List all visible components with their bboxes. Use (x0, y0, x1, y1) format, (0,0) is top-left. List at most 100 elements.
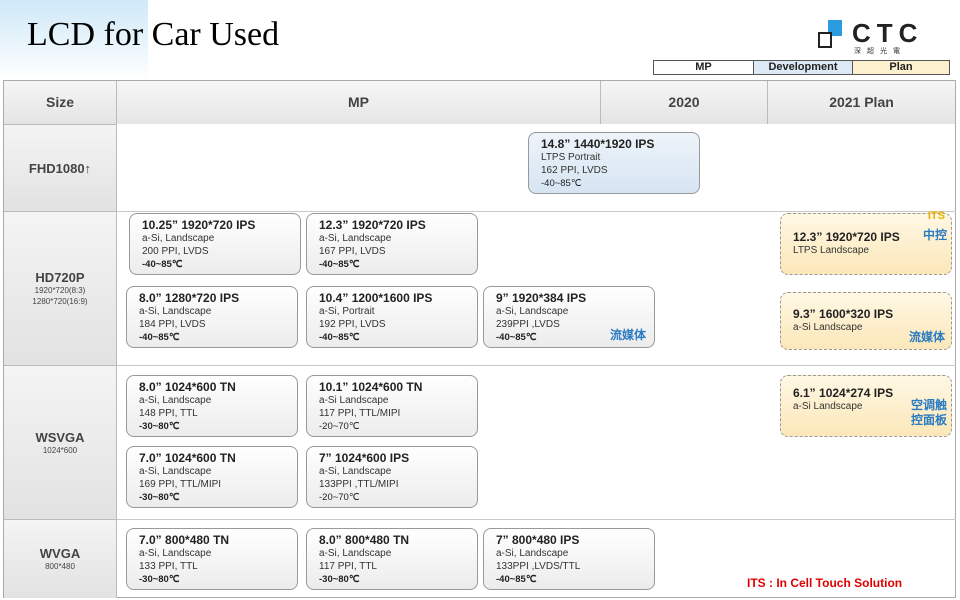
card-detail: 117 PPI, TTL/MIPI (319, 408, 401, 419)
row-label-fhd1080: FHD1080↑ (4, 124, 117, 211)
card-title: 10.25” 1920*720 IPS (142, 218, 256, 232)
card-detail: a-Si, Landscape (139, 548, 212, 559)
product-card: 10.4” 1200*1600 IPS a-Si, Portrait 192 P… (306, 286, 478, 348)
card-detail: a-Si, Landscape (319, 548, 392, 559)
card-detail: 192 PPI, LVDS (319, 319, 386, 330)
card-detail: 167 PPI, LVDS (319, 246, 386, 257)
row-label-wsvga: WSVGA 1024*600 (4, 365, 117, 519)
company-logo: CTC 深超光電 (818, 18, 938, 58)
card-detail: 117 PPI, TTL (319, 561, 377, 572)
card-detail: a-Si, Landscape (139, 306, 212, 317)
ac-touch-panel-tag: 空调触 控面板 (911, 398, 947, 428)
card-title: 9” 1920*384 IPS (496, 291, 587, 305)
logo-subtext: 深超光電 (854, 48, 906, 55)
card-detail: 169 PPI, TTL/MIPI (139, 479, 222, 490)
card-temp: -20~70℃ (319, 492, 360, 503)
card-detail: a-Si, Landscape (139, 466, 212, 477)
row-label-main: FHD1080↑ (28, 160, 92, 176)
row-label-wvga: WVGA 800*480 (4, 519, 117, 598)
row-label-sub: 1024*600 (42, 445, 78, 455)
product-card: 7” 800*480 IPS a-Si, Landscape 133PPI ,L… (483, 528, 655, 590)
logo-text: CTC (852, 18, 924, 48)
product-card: 9” 1920*384 IPS a-Si, Landscape 239PPI ,… (483, 286, 655, 348)
header-2020: 2020 (601, 81, 768, 124)
ac-touch-panel-tag-line1: 空调触 (910, 398, 947, 412)
product-card: 7” 1024*600 IPS a-Si, Landscape 133PPI ,… (306, 446, 478, 508)
ac-touch-panel-tag-line2: 控面板 (910, 413, 947, 427)
card-temp: -30~80℃ (139, 492, 180, 503)
card-temp: -30~80℃ (139, 421, 180, 432)
row-divider (117, 211, 956, 212)
product-card: 7.0” 800*480 TN a-Si, Landscape 133 PPI,… (126, 528, 298, 590)
card-temp: -30~80℃ (319, 574, 360, 585)
card-detail: 184 PPI, LVDS (139, 319, 206, 330)
card-temp: -40~85℃ (541, 178, 582, 189)
card-title: 7” 1024*600 IPS (319, 451, 410, 465)
card-temp: -40~85℃ (496, 574, 537, 585)
product-card: 12.3” 1920*720 IPS a-Si, Landscape 167 P… (306, 213, 478, 275)
logo-mark-icon (818, 20, 844, 50)
card-temp: -40~85℃ (319, 332, 360, 343)
legend-mp: MP (654, 61, 754, 74)
footnote: ITS : In Cell Touch Solution (747, 576, 903, 590)
card-detail: a-Si, Landscape (319, 233, 392, 244)
its-tag: ITS (927, 210, 945, 222)
card-detail: a-Si, Landscape (142, 233, 215, 244)
card-detail: 200 PPI, LVDS (142, 246, 209, 257)
card-title: 8.0” 1280*720 IPS (139, 291, 240, 305)
streaming-media-tag: 流媒体 (908, 330, 945, 344)
product-card: 8.0” 1024*600 TN a-Si, Landscape 148 PPI… (126, 375, 298, 437)
card-detail: 133 PPI, TTL (139, 561, 198, 572)
card-detail: a-Si, Portrait (319, 306, 375, 317)
row-label-sub: 1920*720(8:3) (34, 286, 86, 295)
card-detail: 162 PPI, LVDS (541, 165, 608, 176)
card-detail: a-Si Landscape (319, 395, 389, 406)
legend-plan: Plan (853, 61, 949, 74)
page-title: LCD for Car Used (27, 16, 280, 53)
card-title: 10.4” 1200*1600 IPS (319, 291, 433, 305)
card-detail: LTPS Landscape (793, 245, 869, 256)
center-console-tag: 中控 (922, 228, 947, 242)
card-temp: -20~70℃ (319, 421, 360, 432)
card-detail: 133PPI ,LVDS/TTL (496, 561, 581, 572)
product-card-development: 14.8” 1440*1920 IPS LTPS Portrait 162 PP… (528, 132, 700, 194)
row-label-main: WVGA (39, 546, 81, 561)
row-label-main: HD720P (35, 270, 85, 285)
product-card: 8.0” 800*480 TN a-Si, Landscape 117 PPI,… (306, 528, 478, 590)
legend-development: Development (754, 61, 853, 74)
card-temp: -40~85℃ (139, 332, 180, 343)
header-size: Size (4, 81, 117, 124)
card-temp: -30~80℃ (139, 574, 180, 585)
card-title: 8.0” 1024*600 TN (139, 380, 236, 394)
card-title: 7” 800*480 IPS (496, 533, 580, 547)
card-title: 8.0” 800*480 TN (319, 533, 410, 547)
header-mp: MP (117, 81, 601, 124)
product-card: 10.1” 1024*600 TN a-Si Landscape 117 PPI… (306, 375, 478, 437)
row-label-sub: 1280*720(16:9) (32, 297, 88, 306)
row-label-main: WSVGA (35, 429, 85, 445)
card-detail: a-Si, Landscape (319, 466, 392, 477)
card-detail: 133PPI ,TTL/MIPI (319, 479, 399, 490)
product-card: 7.0” 1024*600 TN a-Si, Landscape 169 PPI… (126, 446, 298, 508)
product-card-plan: 9.3” 1600*320 IPS a-Si Landscape 流媒体 (780, 292, 952, 350)
card-detail: 148 PPI, TTL (139, 408, 198, 419)
card-detail: a-Si, Landscape (139, 395, 212, 406)
card-title: 10.1” 1024*600 TN (319, 380, 423, 394)
card-temp: -40~85℃ (142, 259, 183, 270)
card-detail: LTPS Portrait (541, 152, 601, 163)
row-divider (117, 519, 956, 520)
product-card: 8.0” 1280*720 IPS a-Si, Landscape 184 PP… (126, 286, 298, 348)
card-title: 14.8” 1440*1920 IPS (541, 137, 655, 151)
row-divider (117, 365, 956, 366)
card-detail: a-Si, Landscape (496, 306, 569, 317)
card-temp: -40~85℃ (319, 259, 360, 270)
card-title: 12.3” 1920*720 IPS (319, 218, 426, 232)
card-title: 7.0” 1024*600 TN (139, 451, 236, 465)
product-card-plan: 12.3” 1920*720 IPS LTPS Landscape ITS 中控 (780, 210, 952, 275)
row-label-hd720p: HD720P 1920*720(8:3) 1280*720(16:9) (4, 211, 117, 365)
row-label-sub: 800*480 (45, 562, 75, 571)
legend: MP Development Plan (653, 60, 950, 75)
card-title: 7.0” 800*480 TN (139, 533, 230, 547)
card-title: 9.3” 1600*320 IPS (793, 307, 894, 321)
product-card-plan: 6.1” 1024*274 IPS a-Si Landscape 空调触 控面板 (780, 375, 952, 437)
